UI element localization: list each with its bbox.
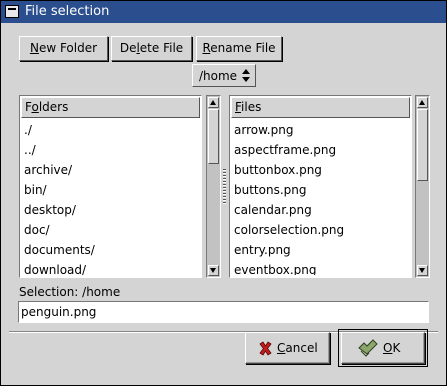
scroll-down-arrow-icon[interactable] [417,265,428,276]
folders-rows: ./../archive/bin/desktop/doc/documents/d… [24,120,199,275]
folders-list[interactable]: Folders ./../archive/bin/desktop/doc/doc… [19,95,202,278]
files-scrollbar[interactable] [415,95,430,278]
folders-header-mnemonic: o [31,100,39,114]
cancel-x-icon [259,341,272,356]
rename-file-label: ename File [210,41,276,55]
folder-item[interactable]: bin/ [24,180,199,200]
file-item[interactable]: calendar.png [234,200,409,220]
path-combo[interactable]: /home [192,64,256,87]
files-header-label: iles [241,100,262,114]
file-item[interactable]: eventbox.png [234,260,409,275]
file-item[interactable]: colorselection.png [234,220,409,240]
file-item[interactable]: entry.png [234,240,409,260]
file-item[interactable]: buttonbox.png [234,160,409,180]
selection-input[interactable] [21,303,421,320]
window-title: File selection [25,4,110,19]
file-item[interactable]: buttons.png [234,180,409,200]
ok-button[interactable]: OK [338,329,428,367]
folders-scroll-thumb[interactable] [208,109,219,164]
folder-item[interactable]: documents/ [24,240,199,260]
folders-header-label: lders [38,100,69,114]
files-rows: arrow.png aspectframe.png buttonbox.png but… [234,120,409,275]
cancel-button[interactable]: Cancel [245,332,330,364]
cancel-label: Cancel [277,341,318,355]
updown-arrows-icon [242,69,250,82]
delete-file-label-pre: De [119,41,137,55]
folder-item[interactable]: archive/ [24,160,199,180]
scroll-up-arrow-icon[interactable] [417,97,428,108]
ok-check-icon [358,339,378,357]
scroll-down-arrow-icon[interactable] [208,265,219,276]
folder-item[interactable]: doc/ [24,220,199,240]
pane-resize-grip[interactable] [223,169,226,205]
folder-item[interactable]: download/ [24,260,199,275]
folder-item[interactable]: ../ [24,140,199,160]
folders-scrollbar[interactable] [206,95,221,278]
delete-file-label: ete File [139,41,184,55]
scroll-up-arrow-icon[interactable] [208,97,219,108]
selection-field[interactable] [18,301,429,323]
file-selection-dialog: File selection New Folder Delete File Re… [0,0,447,386]
title-bar[interactable]: File selection [1,1,446,23]
file-item[interactable]: aspectframe.png [234,140,409,160]
new-folder-label: ew Folder [38,41,98,55]
path-combo-value: /home [199,69,238,83]
files-list[interactable]: Files arrow.png aspectframe.png buttonbox.… [229,95,412,278]
folder-item[interactable]: ./ [24,120,199,140]
new-folder-mnemonic: N [29,41,39,55]
folders-header[interactable]: Folders [21,97,200,118]
files-scroll-thumb[interactable] [417,109,428,181]
delete-file-button[interactable]: Delete File [111,36,192,61]
selection-label: Selection: /home [19,285,121,299]
new-folder-button[interactable]: New Folder [19,36,108,61]
window-menu-icon[interactable] [5,5,19,18]
rename-file-button[interactable]: Rename File [196,36,282,61]
files-header[interactable]: Files [231,97,410,118]
folder-item[interactable]: desktop/ [24,200,199,220]
file-item[interactable]: arrow.png [234,120,409,140]
ok-label: OK [383,341,401,355]
